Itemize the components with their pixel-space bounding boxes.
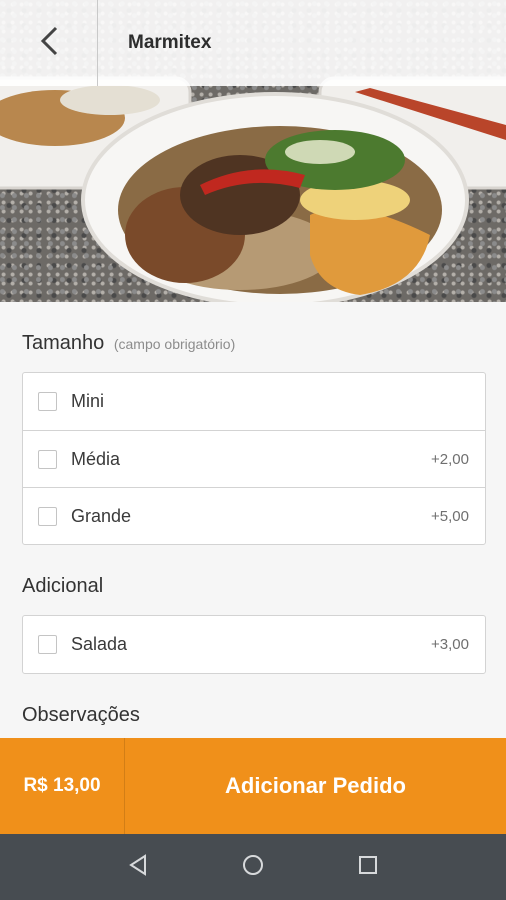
nav-back-button[interactable] <box>118 847 158 887</box>
option-grande[interactable]: Grande +5,00 <box>23 487 485 544</box>
option-salada[interactable]: Salada +3,00 <box>23 616 485 673</box>
checkbox[interactable] <box>38 635 57 654</box>
nav-home-button[interactable] <box>233 847 273 887</box>
add-order-button[interactable]: Adicionar Pedido <box>125 738 506 834</box>
checkbox[interactable] <box>38 449 57 469</box>
option-media[interactable]: Média +2,00 <box>23 430 485 487</box>
nav-recents-button[interactable] <box>348 847 388 887</box>
option-price: +3,00 <box>431 636 469 653</box>
triangle-back-icon <box>128 853 148 881</box>
option-price: +5,00 <box>431 507 469 525</box>
checkbox[interactable] <box>38 392 57 411</box>
notes-section-title: Observações <box>22 704 140 726</box>
option-label: Salada <box>71 634 128 654</box>
order-total: R$ 13,00 <box>0 738 125 834</box>
size-section-title: Tamanho (campo obrigatório) <box>22 332 235 355</box>
options-form: Tamanho (campo obrigatório) Mini Média +… <box>0 302 506 738</box>
chevron-left-icon <box>38 25 60 62</box>
extras-section-title: Adicional <box>22 575 104 597</box>
square-recents-icon <box>358 855 378 880</box>
back-button[interactable] <box>0 0 98 86</box>
option-label: Média <box>71 448 121 469</box>
circle-home-icon <box>242 854 264 881</box>
page-title: Marmitex <box>128 32 212 53</box>
top-app-bar: Marmitex <box>0 0 506 86</box>
checkbox[interactable] <box>38 506 57 526</box>
system-nav-bar <box>0 834 506 900</box>
option-label: Mini <box>71 391 105 411</box>
option-label: Grande <box>71 505 132 526</box>
required-hint: (campo obrigatório) <box>113 336 236 352</box>
option-price: +2,00 <box>431 450 469 468</box>
size-options: Mini Média +2,00 Grande +5,00 <box>22 372 486 545</box>
option-mini[interactable]: Mini <box>23 373 485 430</box>
order-action-bar: R$ 13,00 Adicionar Pedido <box>0 738 506 834</box>
extras-options: Salada +3,00 <box>22 615 486 674</box>
size-section-label: Tamanho <box>22 332 105 354</box>
